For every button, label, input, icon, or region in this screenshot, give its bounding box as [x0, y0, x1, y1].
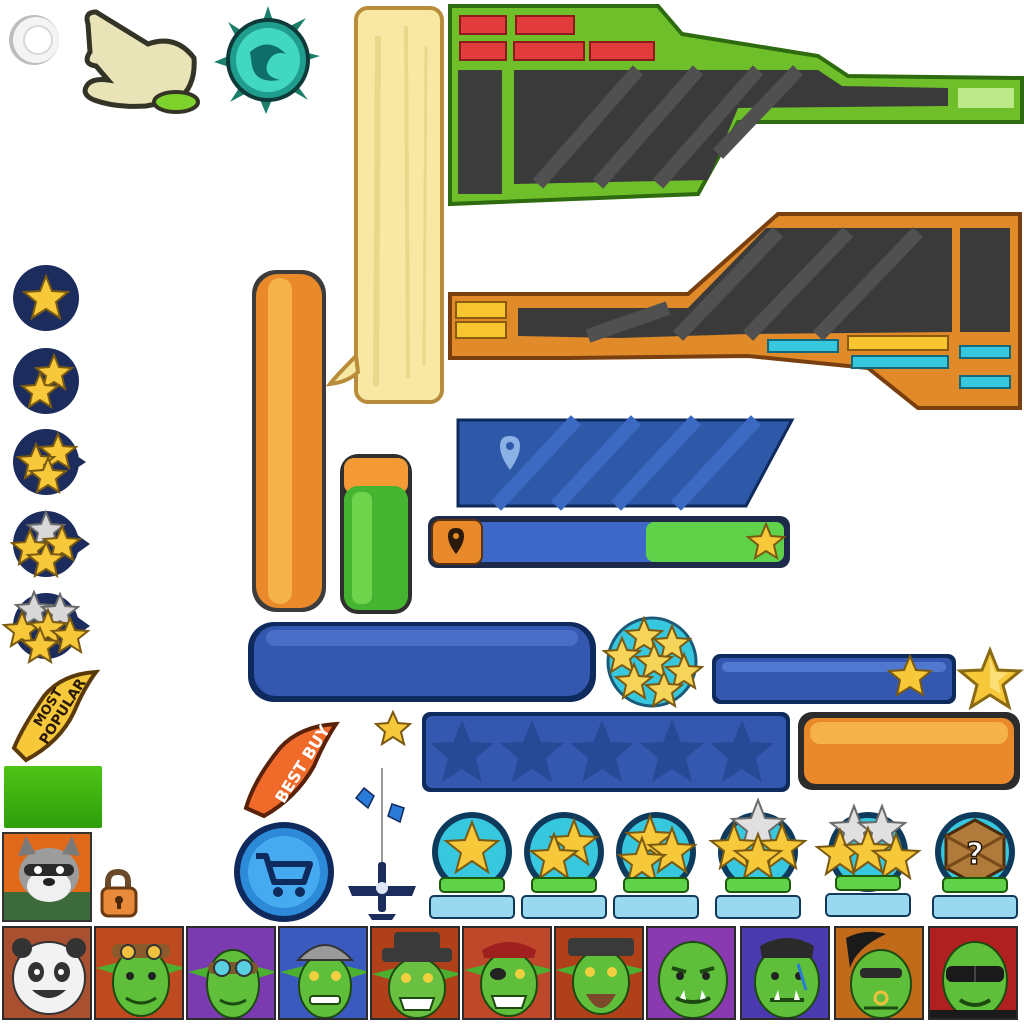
portrait-goblin-eyepatch[interactable] [462, 926, 552, 1020]
rank-badge-3-stars [8, 426, 90, 498]
mystery-glyph: ? [966, 837, 983, 872]
orange-armor-panel [448, 208, 1022, 414]
rank-badge-5-stars [1, 588, 94, 665]
star-icon [956, 645, 1024, 711]
reward-tier-5[interactable] [814, 802, 924, 922]
portrait-goblin-goggles[interactable] [186, 926, 276, 1020]
orange-vertical-bar [250, 268, 328, 614]
reward-tier-3[interactable] [610, 808, 702, 922]
portrait-goblin-beard[interactable] [554, 926, 644, 1020]
green-bar-swatch [4, 766, 102, 828]
portrait-goblin-pilot[interactable] [94, 926, 184, 1020]
portrait-orc-scar[interactable] [740, 926, 830, 1020]
star-rating-track [420, 710, 792, 794]
small-star-icon [373, 709, 413, 747]
green-armor-panel [448, 4, 1024, 210]
energy-orb-icon [210, 6, 326, 116]
reward-tier-1[interactable] [426, 808, 518, 922]
reward-tier-4[interactable] [708, 797, 810, 922]
rank-badge-1-star [10, 262, 82, 334]
portrait-panda[interactable] [2, 926, 92, 1020]
blue-wide-bar [246, 620, 598, 704]
rank-badge-2-stars [10, 345, 82, 417]
most-popular-ribbon: MOST POPULAR [4, 668, 101, 764]
shop-cart-button[interactable] [226, 820, 344, 924]
best-buy-ribbon: BEST BUY [240, 716, 350, 820]
radio-dot-icon [2, 10, 66, 70]
portrait-goblin-helmet[interactable] [278, 926, 368, 1020]
orange-button-bar[interactable] [796, 710, 1022, 792]
star-icon [13, 265, 79, 331]
portrait-orc-ring[interactable] [834, 926, 924, 1020]
reward-tier-2[interactable] [518, 808, 610, 922]
star-cluster-badge [598, 612, 708, 710]
pointing-hand-icon [76, 4, 206, 124]
portrait-orc-shades[interactable] [928, 926, 1018, 1020]
lock-icon [98, 868, 140, 920]
location-progress-bar [426, 514, 792, 570]
plane-icon [344, 768, 420, 924]
blue-star-bar [710, 652, 958, 706]
green-vertical-progress [338, 452, 414, 616]
blue-location-panel [456, 415, 796, 511]
portrait-goblin-hat[interactable] [370, 926, 460, 1020]
avatar-raccoon-general [2, 832, 92, 922]
parchment-tooltip-panel [325, 6, 446, 406]
reward-tier-mystery[interactable]: ? [930, 808, 1020, 922]
portrait-orc-bald[interactable] [646, 926, 736, 1020]
rank-badge-4-stars [6, 506, 94, 582]
